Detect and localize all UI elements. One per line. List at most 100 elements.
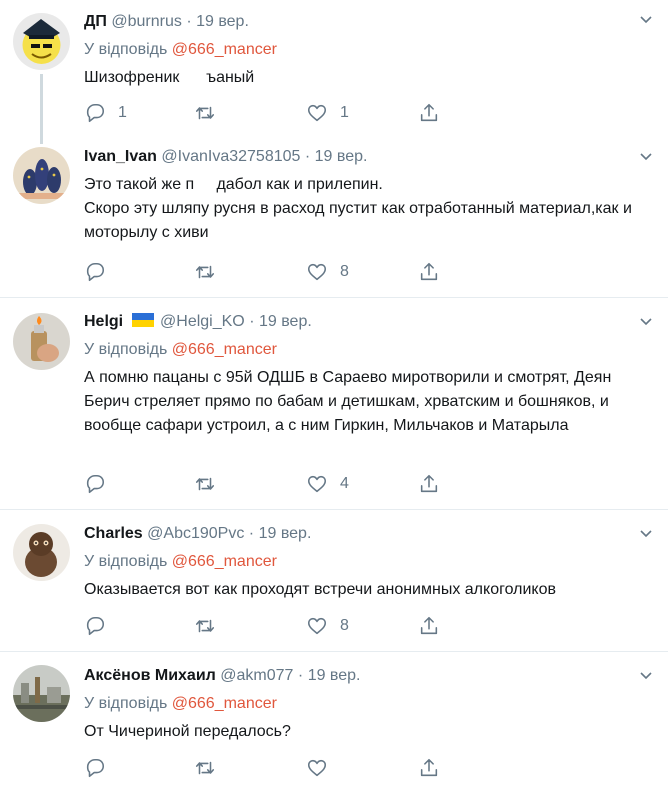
- retweet-button[interactable]: [194, 614, 228, 638]
- caret-down-icon[interactable]: [640, 530, 652, 538]
- like-count: 8: [340, 617, 349, 634]
- separator: ·: [249, 313, 255, 330]
- share-icon: [420, 616, 438, 635]
- tweet-header: Аксёнов Михаил @akm077 · 19 вер.: [84, 664, 648, 688]
- replying-prefix: У відповідь: [84, 341, 168, 358]
- tweet-text: Это такой же п дабол как и прилепин. Ско…: [84, 176, 632, 241]
- tweet-header: Charles @Abc190Pvc · 19 вер.: [84, 522, 648, 546]
- reply-button[interactable]: [84, 756, 118, 780]
- caret-down-icon[interactable]: [640, 153, 652, 161]
- like-count: 4: [340, 475, 349, 492]
- share-icon: [420, 474, 438, 493]
- share-icon: [420, 758, 438, 777]
- replying-to: У відповідь @666_mancer: [84, 692, 648, 716]
- reply-button[interactable]: 1: [84, 101, 127, 125]
- tweet[interactable]: Charles @Abc190Pvc · 19 вер. У відповідь…: [0, 510, 668, 652]
- share-icon: [420, 103, 438, 122]
- avatar[interactable]: [13, 313, 70, 370]
- retweet-icon: [195, 106, 215, 120]
- share-icon: [420, 262, 438, 281]
- display-name[interactable]: Helgi: [84, 313, 123, 330]
- mention-link[interactable]: @666_mancer: [172, 41, 277, 58]
- tweet-header: Helgi @Helgi_KO · 19 вер.: [84, 310, 648, 334]
- separator: ·: [297, 667, 304, 684]
- retweet-icon: [195, 265, 215, 279]
- mention-link[interactable]: @666_mancer: [172, 553, 277, 570]
- tweet-text: А помню пацаны с 95й ОДШБ в Сараево миро…: [84, 369, 612, 434]
- mention-link[interactable]: @666_mancer: [172, 695, 277, 712]
- reply-icon: [86, 474, 105, 494]
- ukraine-flag-icon: [131, 313, 154, 327]
- display-name[interactable]: Аксёнов Михаил: [84, 667, 216, 684]
- reply-icon: [86, 616, 105, 636]
- avatar[interactable]: [13, 524, 70, 581]
- display-name[interactable]: ДП: [84, 13, 107, 30]
- separator: ·: [186, 13, 192, 30]
- like-count: 1: [340, 104, 349, 121]
- like-icon: [307, 617, 327, 635]
- avatar[interactable]: [13, 665, 70, 722]
- reply-count: 1: [118, 104, 127, 121]
- display-name[interactable]: Charles: [84, 525, 143, 542]
- tweet[interactable]: Ivan_Ivan @IvanIva32758105 · 19 вер. Это…: [0, 143, 668, 298]
- tweet-date[interactable]: 19 вер.: [315, 148, 368, 165]
- like-button[interactable]: [306, 756, 340, 780]
- retweet-button[interactable]: [194, 756, 228, 780]
- like-icon: [307, 104, 327, 122]
- separator: ·: [304, 148, 311, 165]
- tweet-date[interactable]: 19 вер.: [308, 667, 361, 684]
- avatar[interactable]: [13, 13, 70, 70]
- retweet-button[interactable]: [194, 260, 228, 284]
- replying-prefix: У відповідь: [84, 553, 168, 570]
- replying-prefix: У відповідь: [84, 695, 168, 712]
- tweet-header: ДП @burnrus · 19 вер.: [84, 10, 648, 34]
- user-handle[interactable]: @Abc190Pvc: [147, 525, 244, 542]
- reply-button[interactable]: [84, 260, 118, 284]
- replying-to: У відповідь @666_mancer: [84, 38, 648, 62]
- user-handle[interactable]: @burnrus: [111, 13, 182, 30]
- share-button[interactable]: [418, 260, 452, 284]
- like-count: 8: [340, 263, 349, 280]
- share-button[interactable]: [418, 614, 452, 638]
- user-handle[interactable]: @IvanIva32758105: [161, 148, 300, 165]
- user-handle[interactable]: @Helgi_KO: [160, 313, 245, 330]
- like-button[interactable]: 8: [306, 260, 349, 284]
- tweet-date[interactable]: 19 вер.: [259, 525, 312, 542]
- thread-line: [40, 74, 43, 144]
- avatar[interactable]: [13, 147, 70, 204]
- separator: ·: [248, 525, 255, 542]
- like-button[interactable]: 8: [306, 614, 349, 638]
- share-button[interactable]: [418, 472, 452, 496]
- reply-icon: [86, 758, 105, 778]
- tweet-date[interactable]: 19 вер.: [196, 13, 249, 30]
- like-button[interactable]: 4: [306, 472, 349, 496]
- reply-button[interactable]: [84, 472, 118, 496]
- retweet-icon: [195, 477, 215, 491]
- share-button[interactable]: [418, 756, 452, 780]
- retweet-button[interactable]: [194, 472, 228, 496]
- retweet-icon: [195, 761, 215, 775]
- tweet-text: Шизофреник ъаный: [84, 69, 255, 86]
- like-icon: [307, 759, 327, 777]
- share-button[interactable]: [418, 101, 452, 125]
- like-icon: [307, 263, 327, 281]
- tweet-date[interactable]: 19 вер.: [259, 313, 312, 330]
- tweet-text: От Чичериной передалось?: [84, 723, 291, 740]
- mention-link[interactable]: @666_mancer: [172, 341, 277, 358]
- tweet-header: Ivan_Ivan @IvanIva32758105 · 19 вер.: [84, 145, 648, 169]
- like-icon: [307, 475, 327, 493]
- replying-prefix: У відповідь: [84, 41, 168, 58]
- tweet[interactable]: Аксёнов Михаил @akm077 · 19 вер. У відпо…: [0, 652, 668, 792]
- caret-down-icon[interactable]: [640, 16, 652, 24]
- tweet-text: Оказывается вот как проходят встречи ано…: [84, 581, 556, 598]
- tweet[interactable]: ДП @burnrus · 19 вер. У відповідь @666_m…: [0, 0, 668, 144]
- retweet-button[interactable]: [194, 101, 228, 125]
- caret-down-icon[interactable]: [640, 672, 652, 680]
- display-name[interactable]: Ivan_Ivan: [84, 148, 157, 165]
- user-handle[interactable]: @akm077: [220, 667, 293, 684]
- caret-down-icon[interactable]: [640, 318, 652, 326]
- tweet[interactable]: Helgi @Helgi_KO · 19 вер. У відповідь @6…: [0, 298, 668, 510]
- replying-to: У відповідь @666_mancer: [84, 550, 648, 574]
- reply-button[interactable]: [84, 614, 118, 638]
- like-button[interactable]: 1: [306, 101, 349, 125]
